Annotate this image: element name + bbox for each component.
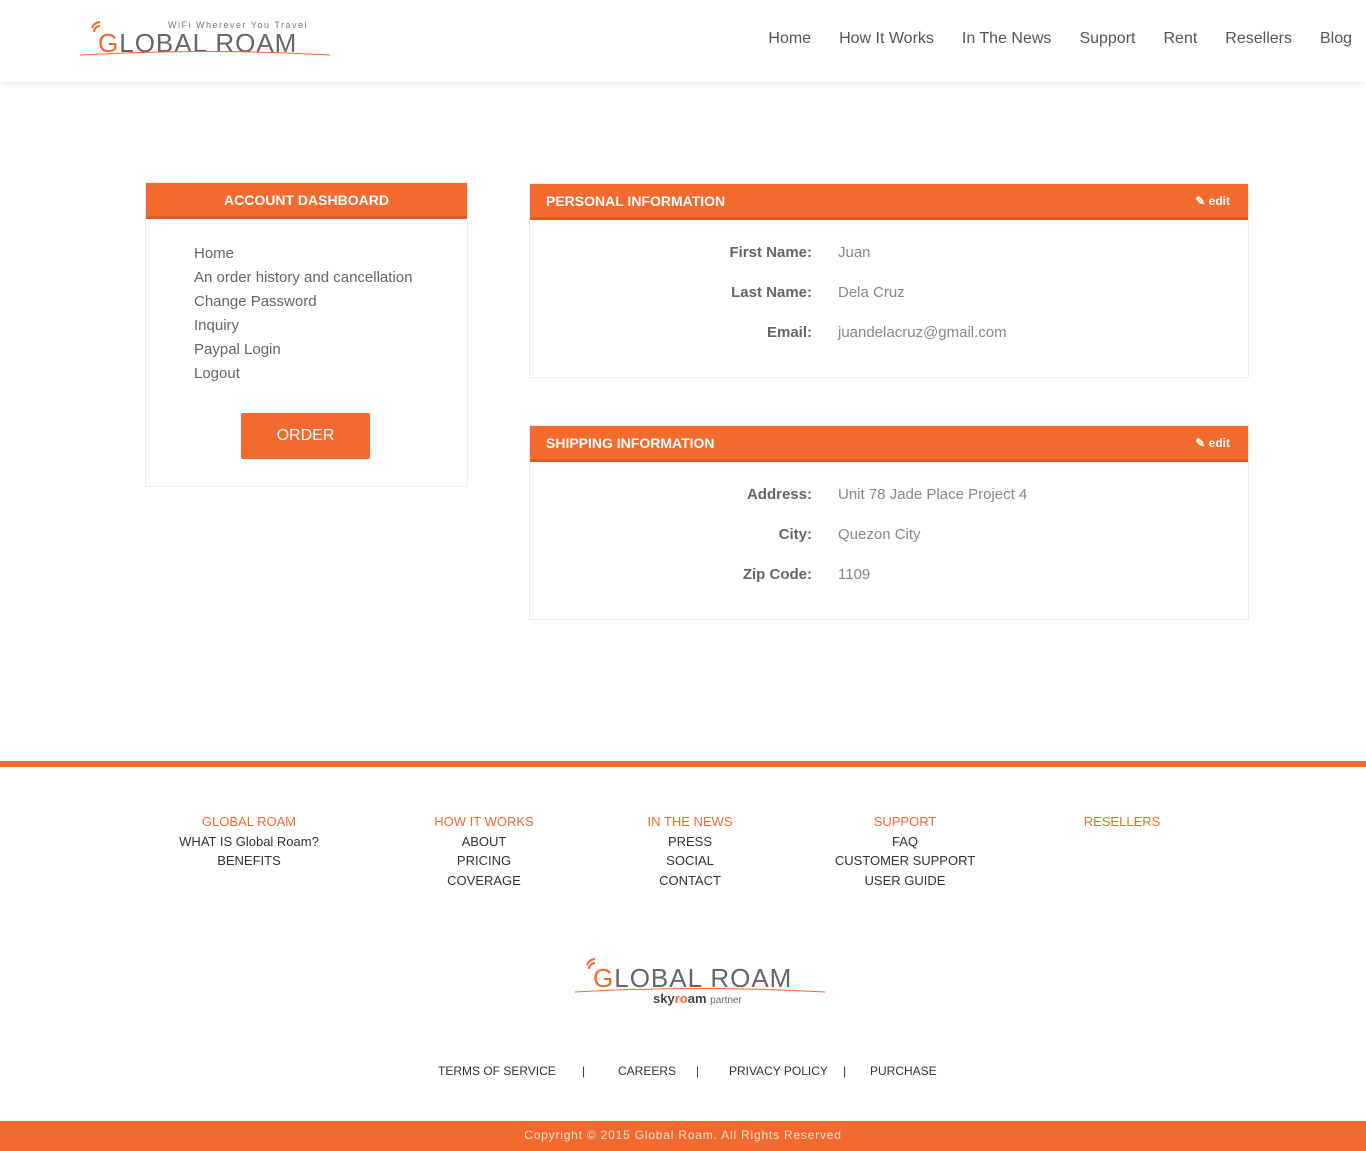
last-name-label: Last Name: bbox=[731, 284, 812, 301]
nav-home[interactable]: Home bbox=[768, 30, 811, 48]
dashboard-menu: Home An order history and cancellation C… bbox=[146, 219, 467, 386]
careers-link[interactable]: CAREERS bbox=[618, 1064, 676, 1078]
footer-link[interactable]: ABOUT bbox=[404, 832, 564, 852]
pencil-icon: ✎ bbox=[1195, 436, 1206, 450]
footer-link[interactable]: COVERAGE bbox=[404, 871, 564, 891]
first-name-label: First Name: bbox=[729, 244, 812, 261]
first-name-row: First Name: Juan bbox=[530, 244, 1250, 268]
order-button[interactable]: ORDER bbox=[241, 413, 370, 459]
zip-code-value: 1109 bbox=[838, 566, 871, 583]
footer-heading[interactable]: SUPPORT bbox=[815, 812, 995, 832]
address-label: Address: bbox=[746, 486, 812, 503]
email-label: Email: bbox=[766, 324, 812, 341]
zip-code-row: Zip Code: 1109 bbox=[530, 566, 1250, 590]
footer-column-global-roam: GLOBAL ROAM WHAT IS Global Roam? BENEFIT… bbox=[169, 812, 329, 871]
city-label: City: bbox=[778, 526, 812, 543]
shipping-information-title: SHIPPING INFORMATION bbox=[546, 435, 715, 451]
footer-heading[interactable]: HOW IT WORKS bbox=[404, 812, 564, 832]
email-value: juandelacruz@gmail.com bbox=[838, 324, 1007, 341]
footer-link[interactable]: CONTACT bbox=[610, 871, 770, 891]
privacy-policy-link[interactable]: PRIVACY POLICY bbox=[729, 1064, 828, 1078]
dashboard-link-home[interactable]: Home bbox=[194, 242, 467, 266]
personal-information-panel: PERSONAL INFORMATION ✎ edit First Name: … bbox=[529, 183, 1249, 378]
site-header: WiFi Wherever You Travel GLOBAL ROAM Hom… bbox=[0, 0, 1366, 82]
legal-separator: | bbox=[582, 1064, 586, 1078]
personal-information-header: PERSONAL INFORMATION ✎ edit bbox=[530, 184, 1248, 220]
footer-column-how-it-works: HOW IT WORKS ABOUT PRICING COVERAGE bbox=[404, 812, 564, 890]
pencil-icon: ✎ bbox=[1195, 194, 1206, 208]
shipping-edit-button[interactable]: ✎ edit bbox=[1195, 426, 1230, 460]
footer-heading[interactable]: IN THE NEWS bbox=[610, 812, 770, 832]
footer-link[interactable]: CUSTOMER SUPPORT bbox=[815, 851, 995, 871]
dashboard-link-inquiry[interactable]: Inquiry bbox=[194, 314, 467, 338]
account-dashboard: ACCOUNT DASHBOARD Home An order history … bbox=[145, 182, 468, 487]
shipping-information-header: SHIPPING INFORMATION ✎ edit bbox=[530, 426, 1248, 462]
footer-link[interactable]: USER GUIDE bbox=[815, 871, 995, 891]
footer-logo[interactable]: GLOBAL ROAM skyroam partner bbox=[575, 955, 825, 1015]
personal-information-title: PERSONAL INFORMATION bbox=[546, 193, 726, 209]
footer-link[interactable]: BENEFITS bbox=[169, 851, 329, 871]
address-value: Unit 78 Jade Place Project 4 bbox=[838, 486, 1028, 503]
city-row: City: Quezon City bbox=[530, 526, 1250, 550]
footer-heading[interactable]: GLOBAL ROAM bbox=[169, 812, 329, 832]
legal-separator: | bbox=[843, 1064, 847, 1078]
nav-in-the-news[interactable]: In The News bbox=[962, 30, 1052, 48]
zip-code-label: Zip Code: bbox=[742, 566, 812, 583]
personal-edit-button[interactable]: ✎ edit bbox=[1195, 184, 1230, 218]
footer-link[interactable]: PRICING bbox=[404, 851, 564, 871]
purchase-link[interactable]: PURCHASE bbox=[870, 1064, 937, 1078]
dashboard-link-order-history[interactable]: An order history and cancellation bbox=[194, 266, 467, 290]
footer-link[interactable]: FAQ bbox=[815, 832, 995, 852]
dashboard-link-change-password[interactable]: Change Password bbox=[194, 290, 467, 314]
nav-resellers[interactable]: Resellers bbox=[1225, 30, 1292, 48]
copyright-bar: Copyright © 2015 Global Roam. All Rights… bbox=[0, 1121, 1366, 1151]
email-row: Email: juandelacruz@gmail.com bbox=[530, 324, 1250, 348]
nav-how-it-works[interactable]: How It Works bbox=[839, 30, 934, 48]
last-name-value: Dela Cruz bbox=[838, 284, 905, 301]
footer-divider bbox=[0, 761, 1366, 767]
shipping-information-panel: SHIPPING INFORMATION ✎ edit Address: Uni… bbox=[529, 425, 1249, 620]
logo-swoosh bbox=[80, 51, 330, 56]
nav-support[interactable]: Support bbox=[1079, 30, 1135, 48]
main-nav: Home How It Works In The News Support Re… bbox=[768, 30, 1352, 48]
footer-heading[interactable]: RESELLERS bbox=[1042, 812, 1202, 832]
footer-column-in-the-news: IN THE NEWS PRESS SOCIAL CONTACT bbox=[610, 812, 770, 890]
address-row: Address: Unit 78 Jade Place Project 4 bbox=[530, 486, 1250, 510]
terms-of-service-link[interactable]: TERMS OF SERVICE bbox=[438, 1064, 556, 1078]
skyroam-partner-mark: skyroam partner bbox=[653, 991, 742, 1006]
city-value: Quezon City bbox=[838, 526, 921, 543]
nav-blog[interactable]: Blog bbox=[1320, 30, 1352, 48]
first-name-value: Juan bbox=[838, 244, 871, 261]
dashboard-link-paypal-login[interactable]: Paypal Login bbox=[194, 338, 467, 362]
legal-separator: | bbox=[696, 1064, 700, 1078]
footer-link[interactable]: WHAT IS Global Roam? bbox=[169, 832, 329, 852]
footer-link[interactable]: PRESS bbox=[610, 832, 770, 852]
dashboard-title: ACCOUNT DASHBOARD bbox=[146, 183, 467, 219]
nav-rent[interactable]: Rent bbox=[1163, 30, 1197, 48]
global-roam-logo[interactable]: WiFi Wherever You Travel GLOBAL ROAM bbox=[80, 16, 330, 66]
footer-link[interactable]: SOCIAL bbox=[610, 851, 770, 871]
last-name-row: Last Name: Dela Cruz bbox=[530, 284, 1250, 308]
footer-column-support: SUPPORT FAQ CUSTOMER SUPPORT USER GUIDE bbox=[815, 812, 995, 890]
footer-column-resellers: RESELLERS bbox=[1042, 812, 1202, 832]
dashboard-link-logout[interactable]: Logout bbox=[194, 362, 467, 386]
